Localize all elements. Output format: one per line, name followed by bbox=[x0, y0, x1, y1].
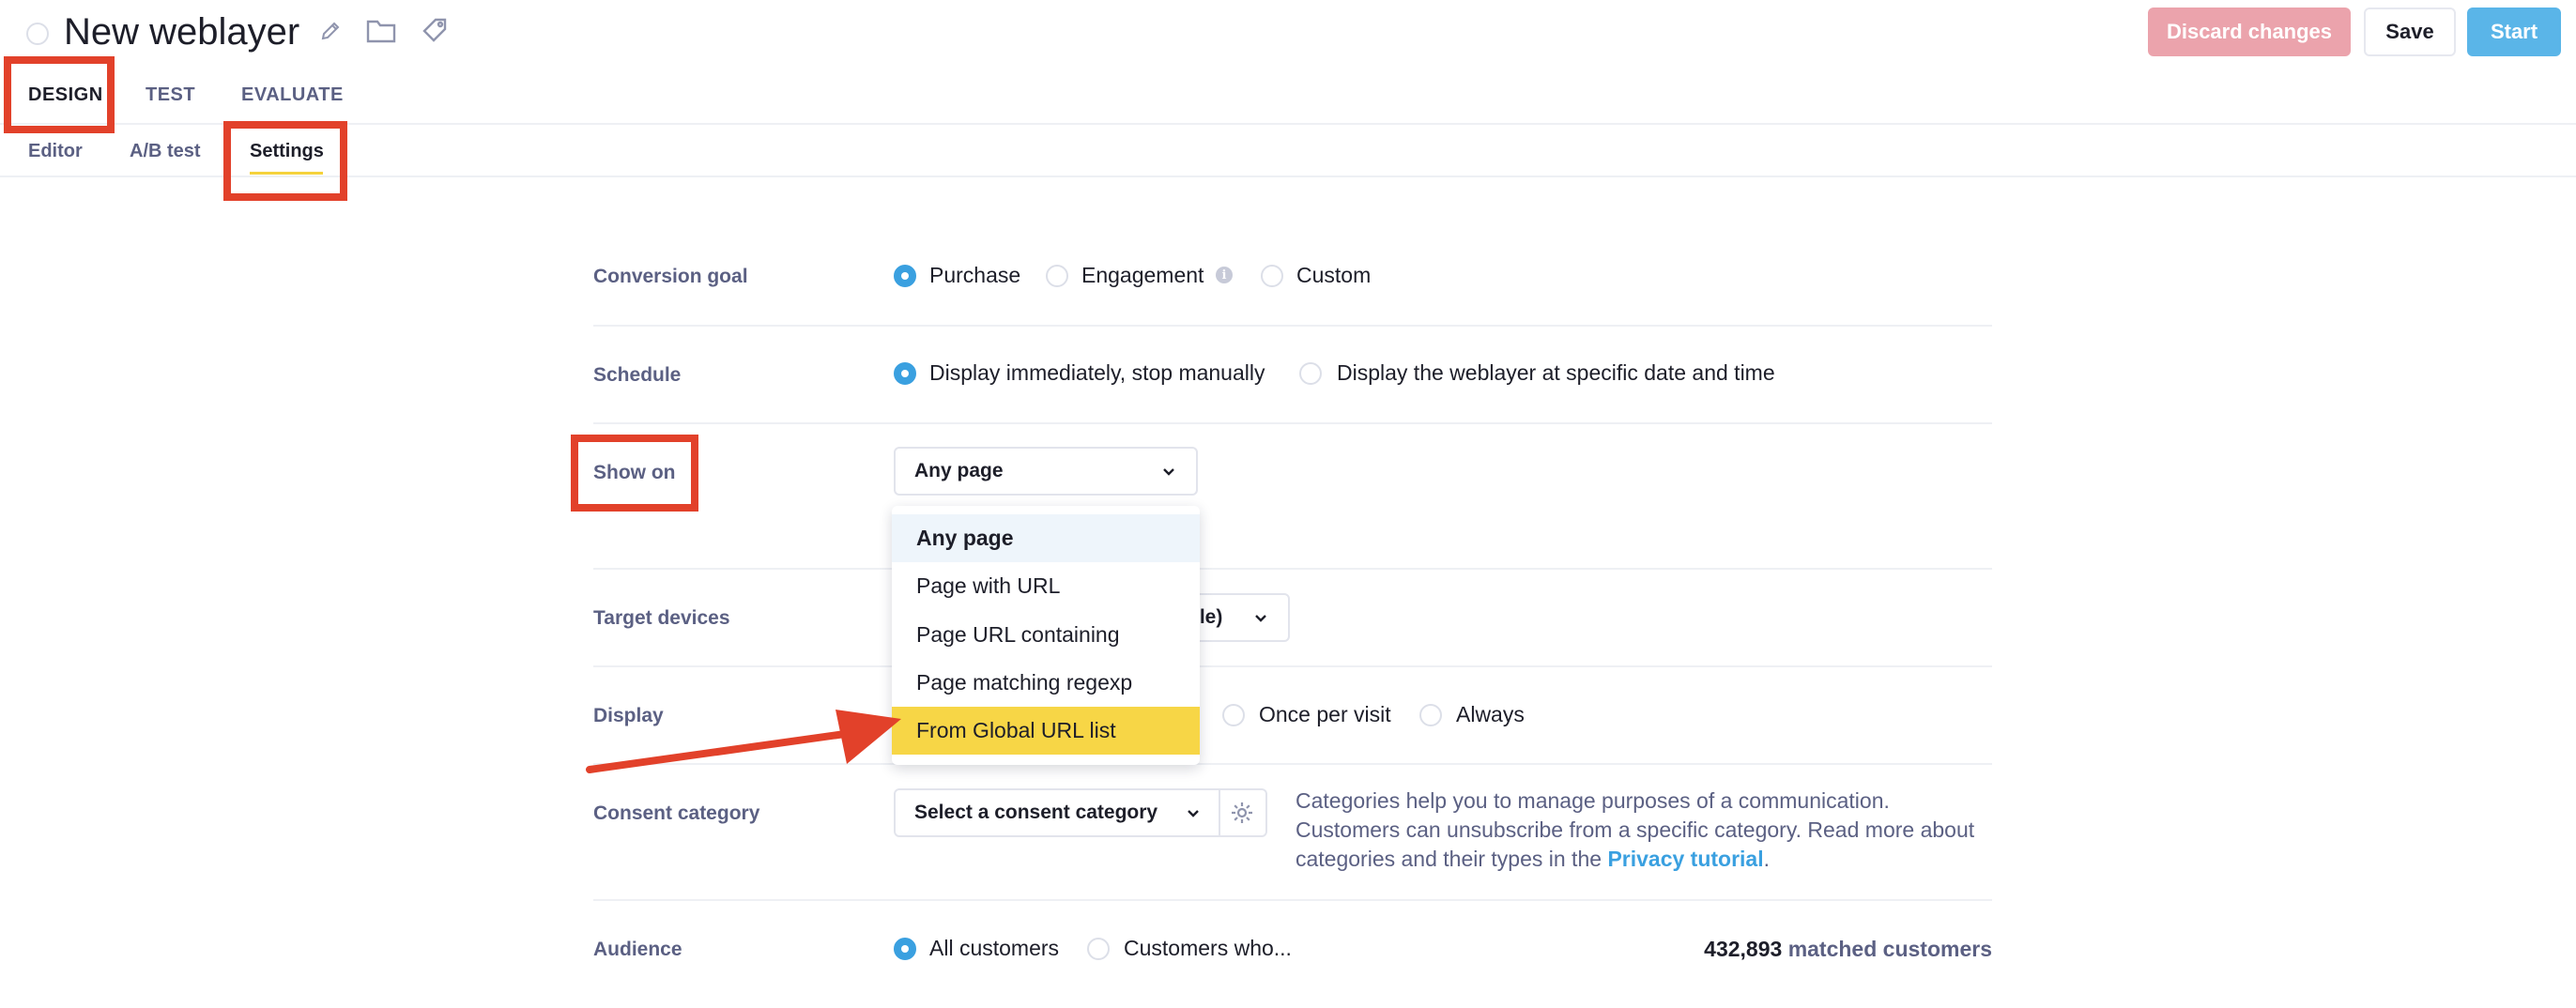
radio-display-immediately[interactable] bbox=[894, 362, 916, 385]
show-on-select[interactable]: Any page bbox=[894, 447, 1198, 496]
schedule-label: Schedule bbox=[593, 364, 682, 386]
dropdown-option-page-url-containing[interactable]: Page URL containing bbox=[892, 611, 1200, 659]
subtabs-divider bbox=[0, 176, 2576, 177]
radio-specific-date[interactable] bbox=[1299, 362, 1322, 385]
dropdown-option-page-matching-regexp[interactable]: Page matching regexp bbox=[892, 659, 1200, 707]
radio-always[interactable] bbox=[1419, 704, 1442, 726]
start-button[interactable]: Start bbox=[2467, 8, 2561, 56]
consent-category-select[interactable]: Select a consent category bbox=[894, 788, 1220, 837]
radio-once-per-visit[interactable] bbox=[1222, 704, 1245, 726]
subtab-editor[interactable]: Editor bbox=[28, 141, 83, 162]
radio-custom[interactable] bbox=[1261, 265, 1283, 287]
annotation-box-design bbox=[4, 56, 115, 133]
specific-date-label: Display the weblayer at specific date an… bbox=[1337, 360, 1775, 385]
row-separator bbox=[593, 325, 1992, 327]
matched-customers: 432,893 matched customers bbox=[1694, 937, 1992, 962]
always-label: Always bbox=[1456, 702, 1525, 726]
conversion-goal-label: Conversion goal bbox=[593, 266, 748, 287]
info-icon[interactable]: i bbox=[1216, 267, 1233, 283]
audience-label: Audience bbox=[593, 939, 682, 960]
radio-engagement[interactable] bbox=[1046, 265, 1068, 287]
tabs-divider bbox=[0, 123, 2576, 125]
target-devices-label: Target devices bbox=[593, 607, 730, 629]
custom-option-label: Custom bbox=[1296, 263, 1372, 287]
save-button[interactable]: Save bbox=[2364, 8, 2456, 56]
annotation-box-settings bbox=[223, 121, 347, 201]
chevron-down-icon bbox=[1163, 468, 1174, 476]
gear-icon bbox=[1232, 802, 1252, 823]
show-on-dropdown: Any page Page with URL Page URL containi… bbox=[892, 506, 1200, 765]
row-separator bbox=[593, 568, 1992, 570]
matched-count: 432,893 bbox=[1704, 937, 1783, 961]
folder-icon[interactable] bbox=[366, 17, 396, 45]
pencil-icon[interactable] bbox=[319, 17, 342, 45]
row-separator bbox=[593, 665, 1992, 667]
tab-test[interactable]: TEST bbox=[146, 84, 195, 106]
row-separator bbox=[593, 422, 1992, 424]
display-immediately-label: Display immediately, stop manually bbox=[929, 360, 1265, 385]
matched-label: matched customers bbox=[1787, 937, 1992, 961]
subtab-ab-test[interactable]: A/B test bbox=[130, 141, 201, 162]
purchase-option-label: Purchase bbox=[929, 263, 1021, 287]
radio-all-customers[interactable] bbox=[894, 938, 916, 960]
page-title: New weblayer bbox=[64, 11, 300, 53]
show-on-value: Any page bbox=[914, 460, 1004, 481]
status-indicator bbox=[26, 23, 49, 45]
annotation-arrow bbox=[586, 710, 901, 773]
radio-purchase[interactable] bbox=[894, 265, 916, 287]
all-customers-label: All customers bbox=[929, 936, 1060, 960]
dropdown-option-page-with-url[interactable]: Page with URL bbox=[892, 562, 1200, 610]
consent-category-label: Consent category bbox=[593, 802, 760, 824]
show-on-label: Show on bbox=[593, 462, 676, 483]
consent-settings-button[interactable] bbox=[1219, 788, 1267, 837]
chevron-down-icon bbox=[1255, 615, 1266, 622]
dropdown-option-global-url-list[interactable]: From Global URL list bbox=[892, 707, 1200, 755]
customers-who-label: Customers who... bbox=[1124, 936, 1292, 960]
radio-customers-who[interactable] bbox=[1087, 938, 1110, 960]
discard-changes-button[interactable]: Discard changes bbox=[2148, 8, 2351, 56]
consent-description-end: . bbox=[1763, 847, 1771, 871]
engagement-option-label: Engagement bbox=[1081, 263, 1204, 287]
row-separator bbox=[593, 899, 1992, 901]
chevron-down-icon bbox=[1188, 810, 1199, 817]
consent-description: Categories help you to manage purposes o… bbox=[1296, 787, 1990, 874]
consent-category-placeholder: Select a consent category bbox=[914, 802, 1158, 823]
tag-icon[interactable] bbox=[421, 17, 449, 45]
privacy-tutorial-link[interactable]: Privacy tutorial bbox=[1607, 847, 1763, 871]
dropdown-option-any-page[interactable]: Any page bbox=[892, 514, 1200, 562]
once-per-visit-label: Once per visit bbox=[1259, 702, 1391, 726]
tab-evaluate[interactable]: EVALUATE bbox=[241, 84, 344, 106]
